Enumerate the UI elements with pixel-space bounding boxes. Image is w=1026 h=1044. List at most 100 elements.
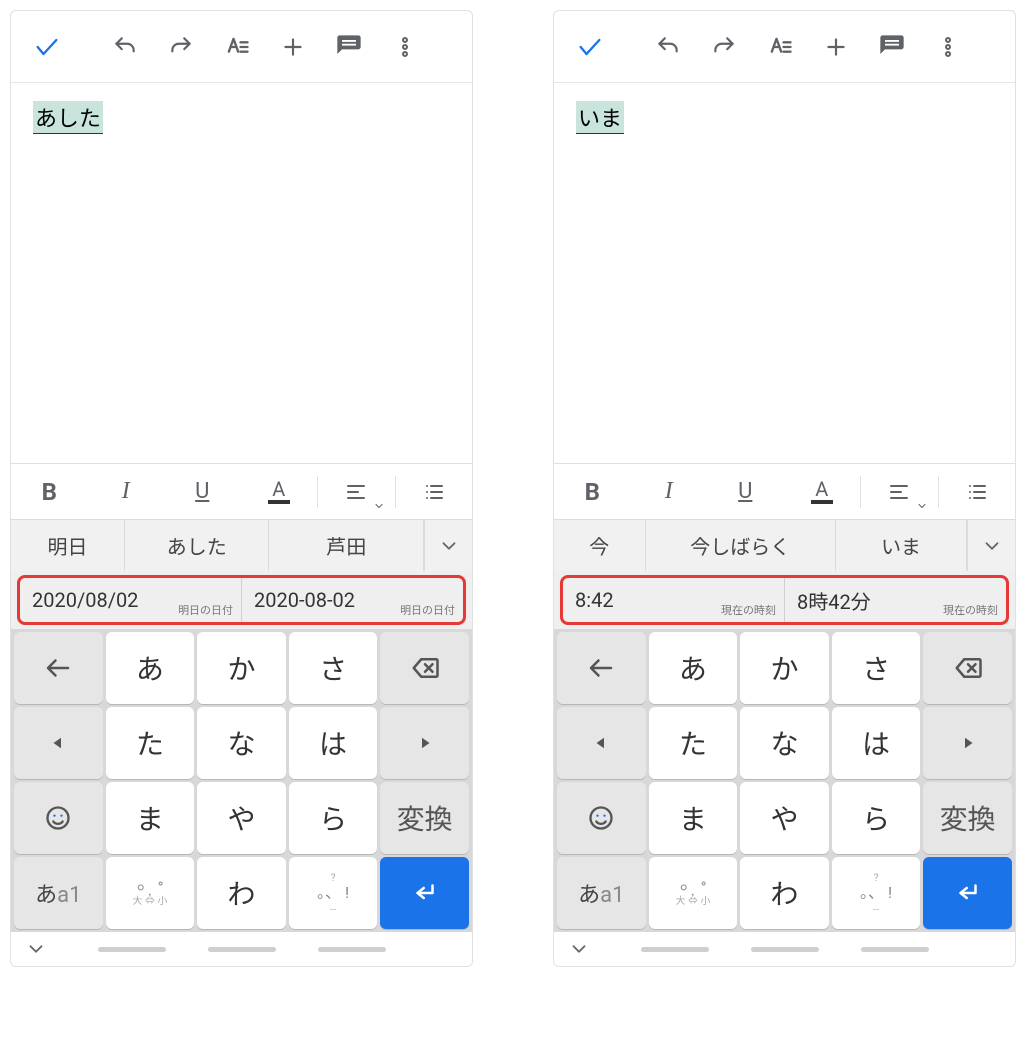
redo-button[interactable] (157, 23, 205, 71)
key-convert[interactable]: 変換 (380, 782, 469, 854)
nav-pill[interactable] (208, 947, 276, 952)
nav-pill[interactable] (318, 947, 386, 952)
system-nav-bar (554, 932, 1015, 966)
keyboard-collapse-icon[interactable] (568, 938, 590, 960)
smart-suggestion-1[interactable]: 2020-08-02明日の日付 (242, 578, 463, 622)
text-format-button[interactable] (756, 23, 804, 71)
key-ma[interactable]: ま (649, 782, 738, 854)
key-backspace[interactable] (380, 632, 469, 704)
nav-pill[interactable] (751, 947, 819, 952)
candidate-row: 明日あした芦田 (11, 519, 472, 571)
key-punctuation[interactable]: ⸰ ̦ °大 ⇔ 小 (106, 857, 195, 929)
underline-button[interactable]: U (707, 479, 784, 504)
key-left-arrow[interactable] (14, 632, 103, 704)
key-enter[interactable] (380, 857, 469, 929)
bold-button[interactable]: B (554, 478, 631, 506)
expand-candidates-button[interactable] (967, 520, 1015, 571)
key-sa[interactable]: さ (289, 632, 378, 704)
top-toolbar (554, 11, 1015, 83)
key-ta[interactable]: た (106, 707, 195, 779)
underline-button[interactable]: U (164, 479, 241, 504)
smart-suggestion-row: 2020/08/02明日の日付 2020-08-02明日の日付 (11, 571, 472, 629)
confirm-button[interactable] (23, 23, 71, 71)
format-toolbar: B I U A (554, 463, 1015, 519)
key-wa[interactable]: わ (197, 857, 286, 929)
smart-suggestion-0[interactable]: 8:42現在の時刻 (563, 578, 785, 622)
key-punctuation[interactable]: ⸰ ̦ °大 ⇔ 小 (649, 857, 738, 929)
list-button[interactable] (396, 480, 473, 504)
key-symbols[interactable]: ?。、 !… (832, 857, 921, 929)
key-emoji[interactable] (14, 782, 103, 854)
candidate-0[interactable]: 今 (554, 520, 646, 571)
candidate-1[interactable]: 今しばらく (646, 520, 836, 571)
key-na[interactable]: な (740, 707, 829, 779)
italic-button[interactable]: I (631, 478, 708, 505)
smart-suggestion-1[interactable]: 8時42分現在の時刻 (785, 578, 1006, 622)
nav-pill[interactable] (861, 947, 929, 952)
key-cursor-right[interactable] (380, 707, 469, 779)
key-emoji[interactable] (557, 782, 646, 854)
key-sa[interactable]: さ (832, 632, 921, 704)
keyboard-collapse-icon[interactable] (25, 938, 47, 960)
comment-button[interactable] (868, 23, 916, 71)
key-left-arrow[interactable] (557, 632, 646, 704)
key-ya[interactable]: や (197, 782, 286, 854)
top-toolbar (11, 11, 472, 83)
key-ra[interactable]: ら (289, 782, 378, 854)
key-ya[interactable]: や (740, 782, 829, 854)
insert-button[interactable] (269, 23, 317, 71)
key-symbols[interactable]: ?。、 !… (289, 857, 378, 929)
key-cursor-left[interactable] (557, 707, 646, 779)
undo-button[interactable] (644, 23, 692, 71)
align-button[interactable] (861, 480, 938, 504)
nav-pill[interactable] (641, 947, 709, 952)
candidate-2[interactable]: 芦田 (269, 520, 424, 571)
candidate-2[interactable]: いま (836, 520, 967, 571)
bold-button[interactable]: B (11, 478, 88, 506)
key-enter[interactable] (923, 857, 1012, 929)
key-ka[interactable]: か (197, 632, 286, 704)
phone-screen-1: いま B I U A 今今しばらくいま 8:42現在の時刻 8時42分現在の時刻… (553, 10, 1016, 967)
keyboard: あ か さ た な は ま や ら 変換 あa1 ⸰ ̦ °大 ⇔ 小 わ ?。… (554, 629, 1015, 932)
text-color-button[interactable]: A (784, 479, 861, 504)
expand-candidates-button[interactable] (424, 520, 472, 571)
redo-button[interactable] (700, 23, 748, 71)
more-button[interactable] (381, 23, 429, 71)
key-mode-switch[interactable]: あa1 (557, 857, 646, 929)
list-button[interactable] (939, 480, 1016, 504)
insert-button[interactable] (812, 23, 860, 71)
smart-suggestion-row: 8:42現在の時刻 8時42分現在の時刻 (554, 571, 1015, 629)
phone-screen-0: あした B I U A 明日あした芦田 2020/08/02明日の日付 2020… (10, 10, 473, 967)
key-backspace[interactable] (923, 632, 1012, 704)
key-ha[interactable]: は (289, 707, 378, 779)
key-a[interactable]: あ (106, 632, 195, 704)
key-convert[interactable]: 変換 (923, 782, 1012, 854)
document-area[interactable]: あした (11, 83, 472, 463)
candidate-0[interactable]: 明日 (11, 520, 125, 571)
key-ta[interactable]: た (649, 707, 738, 779)
key-cursor-right[interactable] (923, 707, 1012, 779)
key-cursor-left[interactable] (14, 707, 103, 779)
document-area[interactable]: いま (554, 83, 1015, 463)
key-na[interactable]: な (197, 707, 286, 779)
undo-button[interactable] (101, 23, 149, 71)
key-ka[interactable]: か (740, 632, 829, 704)
comment-button[interactable] (325, 23, 373, 71)
key-ra[interactable]: ら (832, 782, 921, 854)
candidate-1[interactable]: あした (125, 520, 269, 571)
confirm-button[interactable] (566, 23, 614, 71)
key-ha[interactable]: は (832, 707, 921, 779)
text-format-button[interactable] (213, 23, 261, 71)
candidate-row: 今今しばらくいま (554, 519, 1015, 571)
italic-button[interactable]: I (88, 478, 165, 505)
smart-suggestion-0[interactable]: 2020/08/02明日の日付 (20, 578, 242, 622)
key-ma[interactable]: ま (106, 782, 195, 854)
key-mode-switch[interactable]: あa1 (14, 857, 103, 929)
key-a[interactable]: あ (649, 632, 738, 704)
composing-text: あした (33, 101, 103, 134)
text-color-button[interactable]: A (241, 479, 318, 504)
align-button[interactable] (318, 480, 395, 504)
key-wa[interactable]: わ (740, 857, 829, 929)
nav-pill[interactable] (98, 947, 166, 952)
more-button[interactable] (924, 23, 972, 71)
